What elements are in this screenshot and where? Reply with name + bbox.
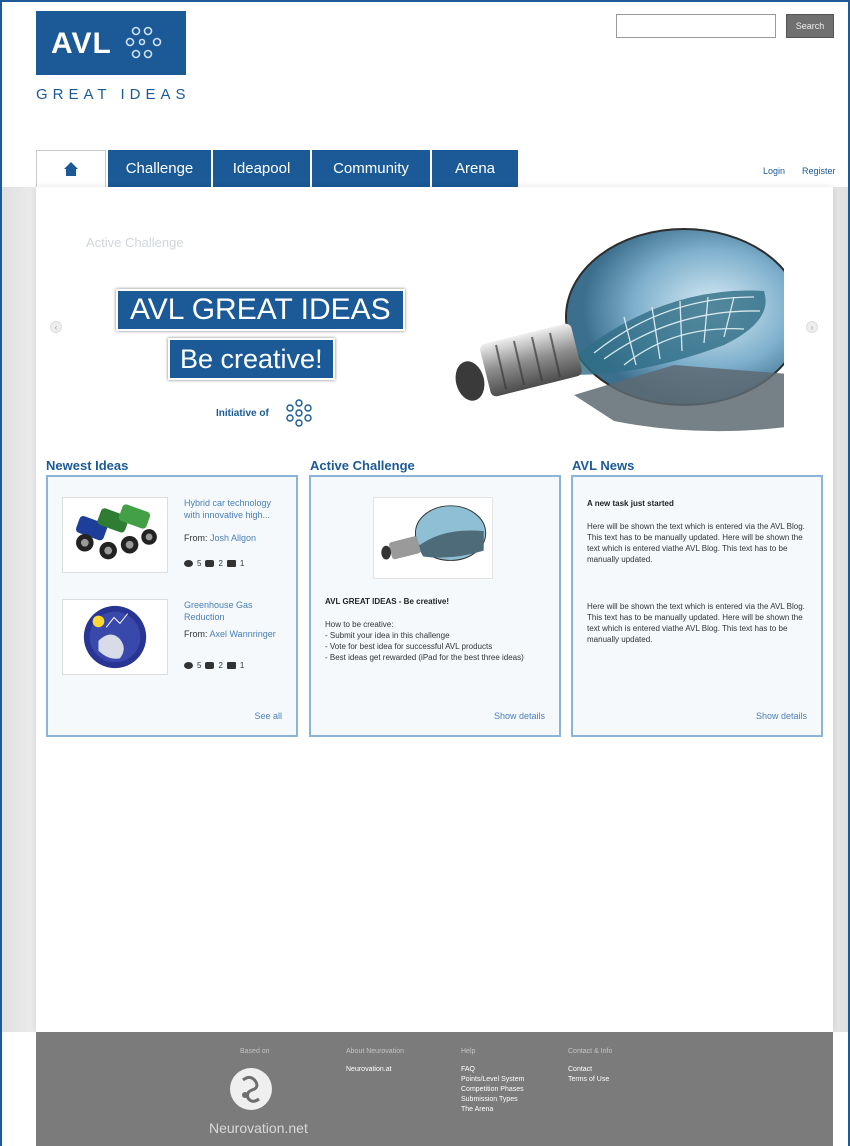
snowflake-icon — [286, 399, 312, 427]
views-count: 5 — [197, 559, 202, 568]
footer-heading: Based on — [240, 1048, 270, 1055]
footer: Based on Neurovation.net About Neurovati… — [36, 1032, 833, 1146]
footer-col-based-on: Based on — [240, 1048, 270, 1065]
challenge-heading: AVL GREAT IDEAS - Be creative! — [325, 597, 450, 606]
from-label: From: — [184, 629, 208, 639]
brand-tagline: GREAT IDEAS — [36, 86, 191, 103]
news-paragraph: Here will be shown the text which is ent… — [587, 602, 805, 644]
active-challenge-panel: AVL GREAT IDEAS - Be creative! How to be… — [309, 475, 561, 737]
footer-col-help: Help FAQ Points/Level System Competition… — [461, 1048, 524, 1115]
challenge-thumbnail[interactable] — [373, 497, 493, 579]
tab-community[interactable]: Community — [310, 150, 430, 187]
footer-heading: Contact & Info — [568, 1048, 613, 1055]
comment-icon — [205, 662, 215, 669]
hero-label: Active Challenge — [86, 235, 184, 250]
hero-title: AVL GREAT IDEAS — [116, 289, 405, 331]
idea-thumbnail[interactable] — [62, 497, 168, 573]
tab-ideapool[interactable]: Ideapool — [211, 150, 310, 187]
chevron-left-icon[interactable]: ‹ — [50, 321, 62, 333]
tab-arena[interactable]: Arena — [430, 150, 518, 187]
avl-news-title: AVL News — [572, 458, 635, 473]
snowflake-logo-icon — [125, 26, 162, 59]
search-input[interactable] — [616, 14, 776, 38]
idea-title-link[interactable]: Hybrid car technology with innovative hi… — [184, 497, 288, 521]
show-details-link[interactable]: Show details — [494, 711, 545, 721]
eye-icon — [184, 560, 193, 567]
active-challenge-title: Active Challenge — [310, 458, 415, 473]
idea-thumbnail[interactable] — [62, 599, 168, 675]
avl-logo[interactable]: AVL — [36, 11, 186, 75]
footer-link[interactable]: Contact — [568, 1065, 612, 1075]
hero-subtitle: Be creative! — [168, 338, 335, 380]
challenge-bullet: - Submit your idea in this challenge — [325, 631, 450, 640]
eye-icon — [184, 662, 193, 669]
footer-col-about: About Neurovation Neurovation.at — [346, 1048, 404, 1075]
neurovation-logo-icon[interactable] — [230, 1068, 272, 1110]
idea-stats: 5 2 1 — [184, 559, 244, 568]
comment-icon — [205, 560, 215, 567]
list-item: Greenhouse Gas Reduction From: Axel Wann… — [60, 599, 288, 679]
main-nav: Challenge Ideapool Community Arena — [36, 150, 518, 187]
main-content: Active Challenge ‹ › AVL GREAT IDEAS Be … — [36, 187, 833, 1032]
comments-count: 2 — [218, 559, 223, 568]
views-count: 5 — [197, 661, 202, 670]
idea-author: From: Axel Wannringer — [184, 629, 276, 639]
footer-heading: About Neurovation — [346, 1048, 404, 1055]
likes-count: 1 — [239, 661, 245, 670]
newest-ideas-title: Newest Ideas — [46, 458, 129, 473]
lightbulb-image — [455, 228, 784, 432]
thumbs-up-icon[interactable] — [226, 560, 236, 567]
footer-link[interactable]: The Arena — [461, 1105, 524, 1115]
footer-link[interactable]: Terms of Use — [568, 1075, 612, 1085]
neurovation-logo-text: Neurovation.net — [209, 1120, 308, 1136]
chevron-right-icon[interactable]: › — [806, 321, 818, 333]
likes-count: 1 — [239, 559, 245, 568]
author-link[interactable]: Axel Wannringer — [210, 629, 276, 639]
newest-ideas-panel: Hybrid car technology with innovative hi… — [46, 475, 298, 737]
see-all-link[interactable]: See all — [254, 711, 282, 721]
idea-author: From: Josh Allgon — [184, 533, 256, 543]
from-label: From: — [184, 533, 208, 543]
footer-link[interactable]: FAQ — [461, 1065, 524, 1075]
footer-link[interactable]: Submission Types — [461, 1095, 524, 1105]
tab-challenge[interactable]: Challenge — [106, 150, 211, 187]
news-paragraph: Here will be shown the text which is ent… — [587, 522, 805, 564]
hero-initiative: Initiative of — [216, 408, 269, 419]
thumbs-up-icon[interactable] — [226, 662, 236, 669]
footer-link[interactable]: Competition Phases — [461, 1085, 524, 1095]
idea-stats: 5 2 1 — [184, 661, 244, 670]
logo-text: AVL — [51, 27, 112, 60]
challenge-intro: How to be creative: — [325, 620, 394, 629]
list-item: Hybrid car technology with innovative hi… — [60, 497, 288, 577]
idea-title-link[interactable]: Greenhouse Gas Reduction — [184, 599, 288, 623]
challenge-bullet: - Vote for best idea for successful AVL … — [325, 642, 493, 651]
show-details-link[interactable]: Show details — [756, 711, 807, 721]
footer-col-contact: Contact & Info Contact Terms of Use — [568, 1048, 612, 1085]
home-icon — [64, 162, 78, 176]
register-link[interactable]: Register — [802, 166, 836, 176]
search-button[interactable]: Search — [786, 14, 834, 38]
news-heading: A new task just started — [587, 499, 674, 508]
footer-heading: Help — [461, 1048, 476, 1055]
comments-count: 2 — [218, 661, 223, 670]
author-link[interactable]: Josh Allgon — [210, 533, 256, 543]
avl-news-panel: A new task just started Here will be sho… — [571, 475, 823, 737]
footer-link[interactable]: Points/Level System — [461, 1075, 524, 1085]
login-link[interactable]: Login — [763, 166, 785, 176]
nav-home[interactable] — [36, 150, 106, 187]
challenge-description: How to be creative: - Submit your idea i… — [325, 619, 547, 663]
challenge-bullet: - Best ideas get rewarded (iPad for the … — [325, 653, 524, 662]
footer-link[interactable]: Neurovation.at — [346, 1065, 404, 1075]
